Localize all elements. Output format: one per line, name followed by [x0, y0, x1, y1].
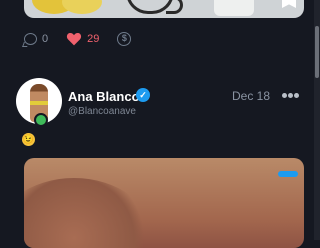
media-badge	[278, 171, 298, 177]
more-options-icon[interactable]	[282, 93, 300, 98]
author-name[interactable]: Ana Blanco	[68, 89, 140, 104]
media-cup	[214, 0, 254, 16]
previous-post-media[interactable]	[24, 0, 304, 18]
verified-check-icon: ✓	[136, 88, 150, 102]
like-count: 29	[87, 33, 100, 45]
online-status-dot	[34, 113, 48, 127]
post-text: 😉	[22, 133, 35, 146]
bookmark-icon[interactable]	[282, 0, 296, 8]
comment-icon	[24, 33, 37, 45]
post-date: Dec 18	[232, 89, 271, 103]
like-button[interactable]: 29	[66, 32, 99, 46]
media-fruit	[62, 0, 102, 14]
heart-icon	[67, 33, 82, 46]
media-kettle-handle	[166, 0, 183, 14]
tip-button[interactable]: $	[117, 32, 132, 46]
scrollbar-thumb[interactable]	[315, 26, 319, 78]
scrollbar-track[interactable]	[314, 0, 320, 240]
post-media[interactable]	[24, 158, 304, 248]
post-actions: 0 29 $	[24, 30, 149, 48]
author-handle[interactable]: @Blancoanave	[68, 106, 136, 117]
comment-count: 0	[42, 33, 49, 45]
comment-button[interactable]: 0	[24, 33, 48, 45]
dollar-icon: $	[117, 32, 132, 46]
